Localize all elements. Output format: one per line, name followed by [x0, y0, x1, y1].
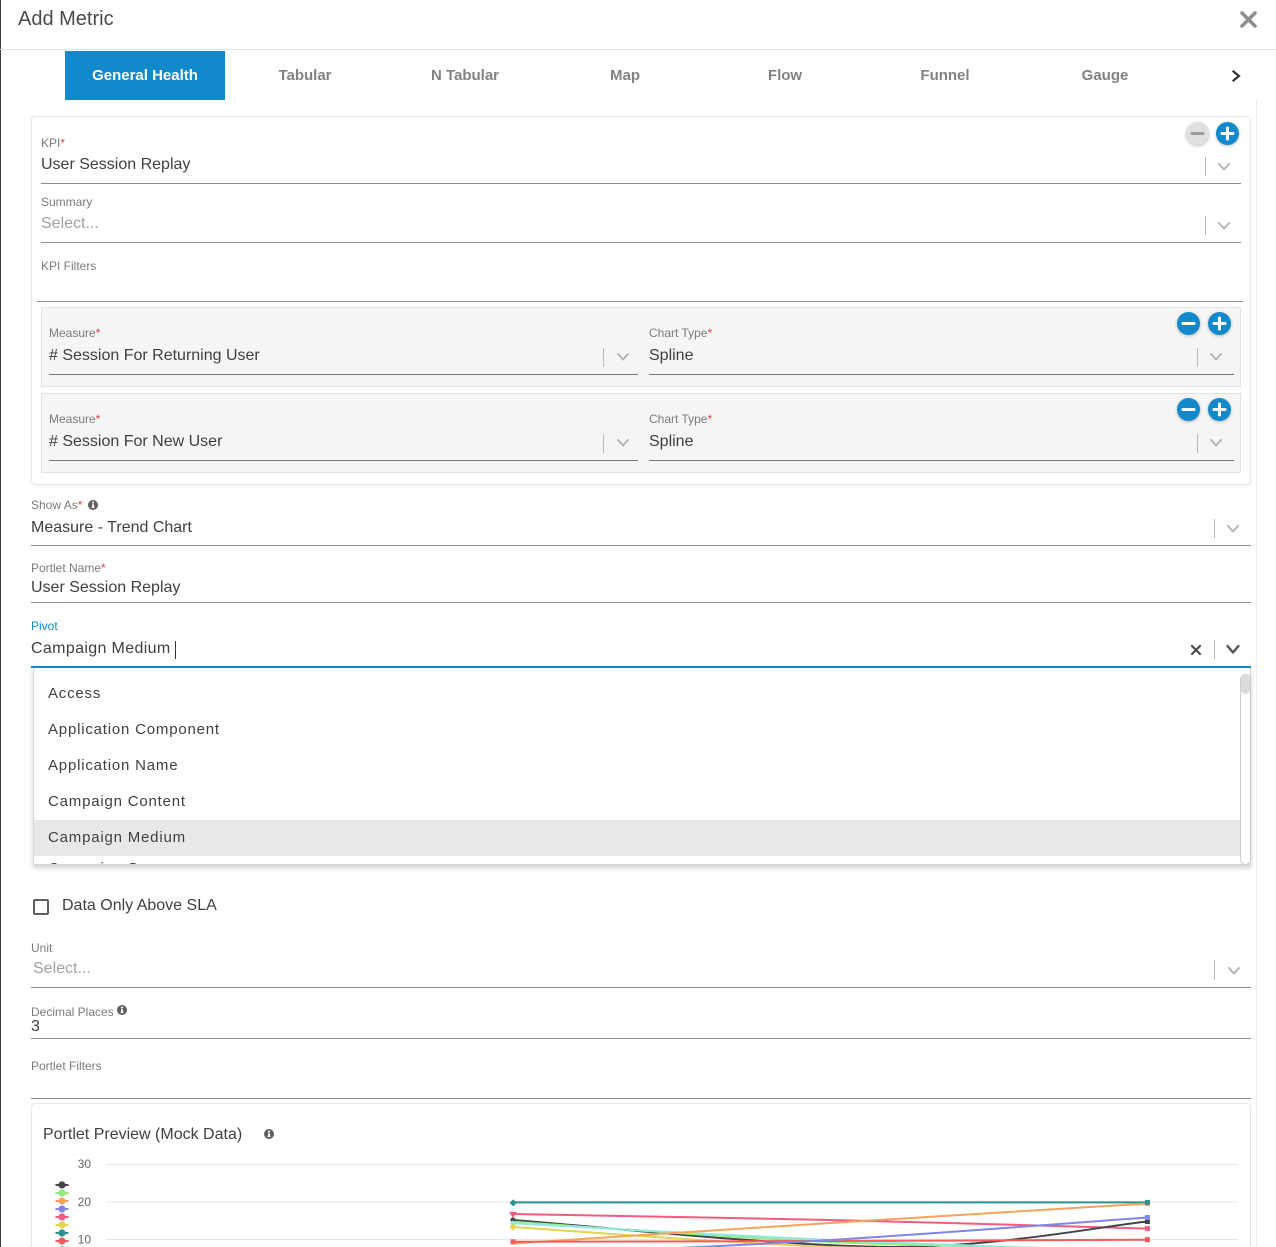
svg-text:10: 10: [78, 1233, 92, 1247]
svg-text:30: 30: [78, 1157, 92, 1171]
svg-text:20: 20: [78, 1195, 92, 1209]
